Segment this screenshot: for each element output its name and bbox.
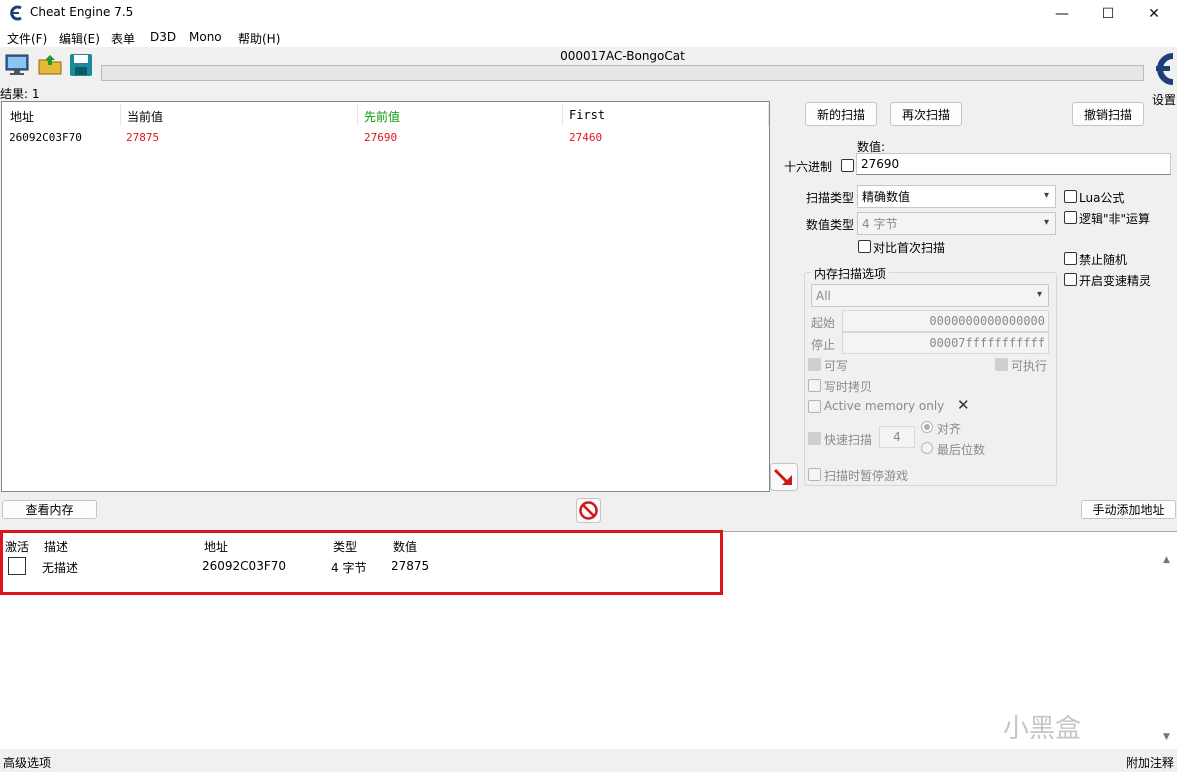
compare-first-checkbox[interactable] xyxy=(858,240,871,253)
memory-region-select[interactable]: All ▾ xyxy=(811,284,1049,307)
fast-scan-checkbox[interactable] xyxy=(808,432,821,445)
col-current[interactable]: 当前值 xyxy=(127,108,163,125)
hex-checkbox[interactable] xyxy=(841,159,854,172)
disable-random-checkbox[interactable] xyxy=(1064,252,1077,265)
advanced-options-label[interactable]: 高级选项 xyxy=(3,754,51,771)
value-input[interactable]: 27690 xyxy=(856,153,1171,175)
start-address-input[interactable]: 0000000000000000 xyxy=(842,310,1049,332)
save-icon[interactable] xyxy=(68,52,94,78)
writable-label: 可写 xyxy=(824,359,849,373)
settings-label[interactable]: 设置 xyxy=(1152,91,1176,108)
menu-edit[interactable]: 编辑(E) xyxy=(59,30,100,47)
memory-region-value: All xyxy=(816,288,831,303)
stop-label: 停止 xyxy=(811,338,836,352)
column-divider xyxy=(357,104,358,126)
copy-on-write-label: 写时拷贝 xyxy=(824,380,873,394)
scan-progress-bar xyxy=(101,65,1144,81)
align-label: 对齐 xyxy=(937,422,962,436)
menu-file[interactable]: 文件(F) xyxy=(7,30,47,47)
memory-options-title: 内存扫描选项 xyxy=(811,265,890,282)
scan-type-value: 精确数值 xyxy=(862,190,911,204)
pause-game-checkbox[interactable] xyxy=(808,468,821,481)
scroll-up-icon[interactable]: ▲ xyxy=(1163,555,1170,565)
menu-d3d[interactable]: D3D xyxy=(150,30,176,44)
chevron-down-icon: ▾ xyxy=(1043,217,1049,228)
title-bar: Cheat Engine 7.5 — ☐ ✕ xyxy=(0,0,1177,27)
column-divider xyxy=(768,104,769,126)
speedhack-label: 开启变速精灵 xyxy=(1079,274,1152,288)
pause-game-label: 扫描时暂停游戏 xyxy=(824,469,909,483)
lua-formula-checkbox[interactable] xyxy=(1064,190,1077,203)
logic-not-checkbox[interactable] xyxy=(1064,211,1077,224)
view-memory-button[interactable]: 查看内存 xyxy=(2,500,97,519)
fast-scan-label: 快速扫描 xyxy=(824,433,873,447)
highlight-box xyxy=(0,530,723,595)
menu-mono[interactable]: Mono xyxy=(189,30,222,44)
select-process-icon[interactable] xyxy=(4,52,30,78)
results-list[interactable]: 地址 当前值 先前值 First 26092C03F70 27875 27690… xyxy=(1,101,770,492)
value-type-select[interactable]: 4 字节 ▾ xyxy=(857,212,1056,235)
result-count: 结果: 1 xyxy=(0,87,40,101)
column-divider xyxy=(120,104,121,126)
last-digits-radio[interactable] xyxy=(921,442,933,454)
chevron-down-icon: ▾ xyxy=(1043,190,1049,201)
stop-icon[interactable] xyxy=(576,498,601,523)
writable-checkbox[interactable] xyxy=(808,358,821,371)
status-bar: 高级选项 附加注释 xyxy=(0,750,1177,772)
start-label: 起始 xyxy=(811,316,836,330)
maximize-button[interactable]: ☐ xyxy=(1085,0,1131,27)
scan-type-label: 扫描类型 xyxy=(806,191,855,205)
close-icon[interactable]: ✕ xyxy=(957,396,970,414)
undo-scan-button[interactable]: 撤销扫描 xyxy=(1072,102,1144,126)
stop-address-input[interactable]: 00007fffffffffff xyxy=(842,332,1049,354)
open-folder-icon[interactable] xyxy=(37,52,63,78)
scroll-down-icon[interactable]: ▼ xyxy=(1163,732,1170,742)
result-first[interactable]: 27460 xyxy=(569,131,602,144)
executable-checkbox[interactable] xyxy=(995,358,1008,371)
radio-dot xyxy=(924,424,930,430)
new-scan-button[interactable]: 新的扫描 xyxy=(805,102,877,126)
minimize-button[interactable]: — xyxy=(1039,0,1085,27)
menu-bar: 文件(F) 编辑(E) 表单 D3D Mono 帮助(H) xyxy=(0,27,1177,47)
comments-label[interactable]: 附加注释 xyxy=(1126,754,1174,771)
add-address-button[interactable]: 手动添加地址 xyxy=(1081,500,1176,519)
fast-scan-input[interactable]: 4 xyxy=(879,426,915,448)
disable-random-label: 禁止随机 xyxy=(1079,253,1128,267)
speedhack-checkbox[interactable] xyxy=(1064,273,1077,286)
scrollbar[interactable]: ▲ ▼ xyxy=(1160,552,1177,748)
watermark: 小黑盒 xyxy=(1003,714,1082,744)
menu-help[interactable]: 帮助(H) xyxy=(238,30,280,47)
scan-type-select[interactable]: 精确数值 ▾ xyxy=(857,185,1056,208)
column-divider xyxy=(562,104,563,126)
cheat-engine-logo-icon xyxy=(10,5,22,21)
active-memory-checkbox[interactable] xyxy=(808,400,821,413)
logic-not-label: 逻辑"非"运算 xyxy=(1079,212,1151,226)
result-address[interactable]: 26092C03F70 xyxy=(9,131,82,144)
executable-label: 可执行 xyxy=(1011,359,1048,373)
result-previous[interactable]: 27690 xyxy=(364,131,397,144)
copy-on-write-checkbox[interactable] xyxy=(808,379,821,392)
close-button[interactable]: ✕ xyxy=(1131,0,1177,27)
result-current[interactable]: 27875 xyxy=(126,131,159,144)
process-name: 000017AC-BongoCat xyxy=(560,49,685,63)
cheat-engine-settings-icon[interactable] xyxy=(1148,48,1177,90)
value-type-value: 4 字节 xyxy=(862,217,898,231)
add-to-list-arrow-icon[interactable] xyxy=(770,463,798,491)
align-radio[interactable] xyxy=(921,421,933,433)
next-scan-button[interactable]: 再次扫描 xyxy=(890,102,962,126)
value-type-label: 数值类型 xyxy=(806,218,855,232)
compare-first-label: 对比首次扫描 xyxy=(873,241,946,255)
window-title: Cheat Engine 7.5 xyxy=(30,5,134,19)
chevron-down-icon: ▾ xyxy=(1036,289,1042,300)
last-digits-label: 最后位数 xyxy=(937,443,986,457)
lua-formula-label: Lua公式 xyxy=(1079,191,1125,205)
menu-table[interactable]: 表单 xyxy=(111,30,135,47)
col-first[interactable]: First xyxy=(569,108,605,122)
col-previous[interactable]: 先前值 xyxy=(364,108,400,125)
col-address[interactable]: 地址 xyxy=(10,108,34,125)
active-memory-label: Active memory only xyxy=(824,399,945,413)
hex-label: 十六进制 xyxy=(784,160,833,174)
